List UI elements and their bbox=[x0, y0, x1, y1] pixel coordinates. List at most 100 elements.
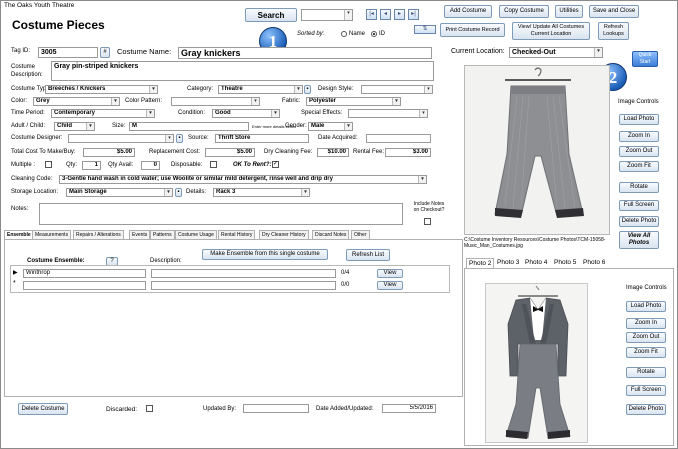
first-record-icon[interactable]: |◂ bbox=[366, 9, 377, 20]
ok-to-rent-checkbox[interactable]: ✓ bbox=[272, 161, 279, 168]
disposable-checkbox[interactable] bbox=[210, 161, 217, 168]
notes-field[interactable] bbox=[39, 203, 403, 225]
time-period-dropdown[interactable]: Contemporary ▾ bbox=[51, 109, 155, 118]
full-screen-button[interactable]: Full Screen bbox=[619, 200, 659, 211]
tab-dry-cleaner-history[interactable]: Dry Cleaner History bbox=[259, 230, 309, 239]
previous-record-icon[interactable]: ◂ bbox=[380, 9, 391, 20]
tab-rental-history[interactable]: Rental History bbox=[218, 230, 256, 239]
tab-measurements[interactable]: Measurements bbox=[32, 230, 72, 239]
ensemble-description-cell[interactable] bbox=[151, 269, 336, 278]
tab-discard-notes[interactable]: Discard Notes bbox=[312, 230, 350, 239]
date-updated-field[interactable]: 5/5/2016 bbox=[382, 404, 436, 413]
view-ensemble-button[interactable]: View bbox=[377, 281, 403, 290]
sort-name-radio[interactable] bbox=[341, 31, 347, 37]
storage-add-button[interactable]: ▪ bbox=[175, 188, 182, 197]
costume-type-dropdown[interactable]: Breeches / Knickers ▾ bbox=[45, 85, 158, 94]
tag-id-field[interactable]: 3005 bbox=[38, 47, 98, 58]
load-photo-button[interactable]: Load Photo bbox=[619, 114, 659, 125]
fabric-dropdown[interactable]: Polyester ▾ bbox=[306, 97, 401, 106]
next-record-icon[interactable]: ▸ bbox=[394, 9, 405, 20]
delete-photo-button[interactable]: Delete Photo bbox=[626, 404, 666, 415]
tab-repairs-alterations[interactable]: Repairs / Alterations bbox=[73, 230, 124, 239]
replacement-cost-field[interactable]: $5.00 bbox=[205, 148, 255, 157]
tab-photo-4[interactable]: Photo 4 bbox=[523, 258, 549, 268]
ensemble-description-cell[interactable] bbox=[151, 281, 336, 290]
designer-dropdown[interactable]: ▾ bbox=[68, 134, 174, 143]
sort-id-radio[interactable] bbox=[371, 31, 377, 37]
delete-costume-button[interactable]: Delete Costume bbox=[18, 403, 68, 415]
color-dropdown[interactable]: Grey ▾ bbox=[33, 97, 120, 106]
qty-avail-field[interactable]: 0 bbox=[141, 161, 160, 170]
table-row[interactable]: ▶ Winthrop 0/4 View bbox=[11, 268, 449, 279]
category-add-button[interactable]: ▪ bbox=[304, 85, 311, 94]
sort-direction-icon[interactable]: ⇅ bbox=[414, 25, 436, 34]
tab-photo-6[interactable]: Photo 6 bbox=[581, 258, 607, 268]
zoom-out-button[interactable]: Zoom Out bbox=[619, 146, 659, 157]
refresh-lookups-button[interactable]: Refresh Lookups bbox=[598, 22, 629, 40]
updated-by-field[interactable] bbox=[243, 404, 309, 413]
tab-other[interactable]: Other bbox=[351, 230, 370, 239]
delete-photo-button[interactable]: Delete Photo bbox=[619, 216, 659, 227]
color-pattern-dropdown[interactable]: ▾ bbox=[171, 97, 260, 106]
rental-fee-field[interactable]: $3.00 bbox=[385, 148, 431, 157]
save-close-button[interactable]: Save and Close bbox=[589, 5, 639, 18]
design-style-dropdown[interactable]: ▾ bbox=[361, 85, 433, 94]
refresh-list-button[interactable]: Refresh List bbox=[346, 249, 390, 261]
zoom-in-button[interactable]: Zoom In bbox=[626, 318, 666, 329]
last-record-icon[interactable]: ▸| bbox=[408, 9, 419, 20]
costume-name-field[interactable]: Gray knickers bbox=[178, 47, 432, 59]
discarded-checkbox[interactable] bbox=[146, 405, 153, 412]
storage-location-dropdown[interactable]: Main Storage ▾ bbox=[66, 188, 173, 197]
view-update-button[interactable]: View/ Update All Costumes Current Locati… bbox=[512, 22, 590, 40]
current-location-dropdown[interactable]: Checked-Out ▾ bbox=[509, 47, 603, 58]
search-button[interactable]: Search bbox=[245, 8, 297, 22]
adult-child-dropdown[interactable]: Child ▾ bbox=[54, 122, 95, 131]
photo-2-frame[interactable] bbox=[485, 283, 588, 443]
zoom-fit-button[interactable]: Zoom Fit bbox=[626, 347, 666, 358]
table-row[interactable]: * 0/0 View bbox=[11, 280, 449, 291]
designer-add-button[interactable]: ▪ bbox=[176, 134, 183, 143]
full-screen-button[interactable]: Full Screen bbox=[626, 385, 666, 396]
quick-start-button[interactable]: Quick Start bbox=[632, 51, 658, 67]
search-dropdown[interactable]: ▾ bbox=[301, 9, 353, 21]
view-ensemble-button[interactable]: View bbox=[377, 269, 403, 278]
tab-photo-3[interactable]: Photo 3 bbox=[495, 258, 521, 268]
total-cost-field[interactable]: $5.00 bbox=[83, 148, 135, 157]
description-field[interactable]: Gray pin-striped knickers bbox=[51, 61, 434, 81]
utilities-button[interactable]: Utilities bbox=[555, 5, 583, 18]
qty-field[interactable]: 1 bbox=[82, 161, 101, 170]
zoom-out-button[interactable]: Zoom Out bbox=[626, 332, 666, 343]
include-notes-checkbox[interactable] bbox=[424, 218, 431, 225]
add-costume-button[interactable]: Add Costume bbox=[444, 5, 492, 18]
tab-photo-2[interactable]: Photo 2 bbox=[466, 258, 495, 268]
ensemble-name-cell[interactable]: Winthrop bbox=[23, 269, 146, 278]
make-ensemble-button[interactable]: Make Ensemble from this single costume bbox=[202, 249, 328, 260]
gender-dropdown[interactable]: Male ▾ bbox=[308, 122, 353, 131]
tag-id-hash-button[interactable]: # bbox=[100, 47, 110, 58]
multiple-checkbox[interactable] bbox=[45, 161, 52, 168]
cleaning-code-dropdown[interactable]: 3-Gentle hand wash in cold water; use Wo… bbox=[59, 175, 427, 184]
load-photo-button[interactable]: Load Photo bbox=[626, 301, 666, 312]
ensemble-name-cell[interactable] bbox=[23, 281, 146, 290]
zoom-in-button[interactable]: Zoom In bbox=[619, 131, 659, 142]
condition-dropdown[interactable]: Good ▾ bbox=[212, 109, 280, 118]
tab-ensemble[interactable]: Ensemble bbox=[4, 230, 34, 239]
print-record-button[interactable]: Print Costume Record bbox=[440, 23, 505, 37]
rotate-button[interactable]: Rotate bbox=[626, 367, 666, 378]
dry-cleaning-fee-field[interactable]: $10.00 bbox=[317, 148, 349, 157]
copy-costume-button[interactable]: Copy Costume bbox=[499, 5, 549, 18]
tab-costume-usage[interactable]: Costume Usage bbox=[175, 230, 217, 239]
tab-events[interactable]: Events bbox=[129, 230, 151, 239]
view-all-photos-button[interactable]: View All Photos bbox=[619, 231, 659, 249]
tab-patterns[interactable]: Patterns bbox=[150, 230, 175, 239]
special-effects-dropdown[interactable]: ▾ bbox=[348, 109, 428, 118]
zoom-fit-button[interactable]: Zoom Fit bbox=[619, 161, 659, 172]
details-dropdown[interactable]: Rack 3 ▾ bbox=[213, 188, 310, 197]
photo-1-frame[interactable] bbox=[464, 65, 610, 235]
source-field[interactable]: Thrift Store bbox=[215, 134, 309, 143]
category-dropdown[interactable]: Theatre ▾ bbox=[218, 85, 303, 94]
tab-photo-5[interactable]: Photo 5 bbox=[552, 258, 578, 268]
date-acquired-field[interactable] bbox=[366, 134, 431, 143]
rotate-button[interactable]: Rotate bbox=[619, 182, 659, 193]
size-field[interactable]: M bbox=[129, 122, 249, 131]
